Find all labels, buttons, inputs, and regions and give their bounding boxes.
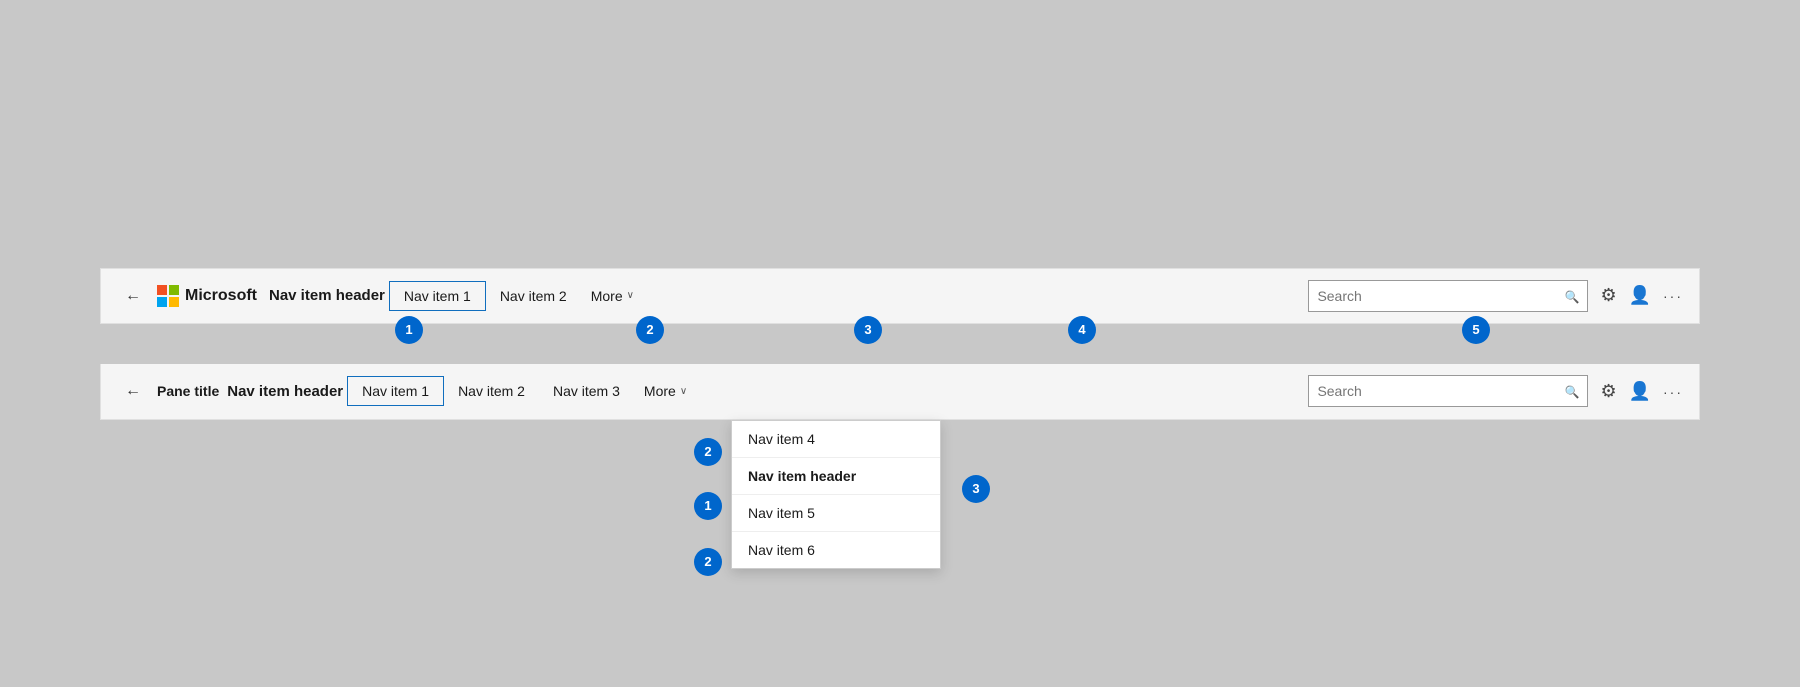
badge2-dropdown-item5: 2 <box>694 548 722 576</box>
badge4-navbar1: 4 <box>1068 316 1096 344</box>
navbar-spacer <box>100 324 1700 364</box>
ms-logo-green <box>169 285 179 295</box>
navbar1-nav-header: Nav item header <box>269 287 385 304</box>
badge2-dropdown-item4: 2 <box>694 438 722 466</box>
badge5-navbar1: 5 <box>1462 316 1490 344</box>
ms-logo-text: Microsoft <box>185 287 257 305</box>
navbar2-nav-item1[interactable]: Nav item 1 <box>347 376 444 406</box>
dropdown-item5[interactable]: Nav item 5 <box>732 495 940 532</box>
ms-logo-yellow <box>169 297 179 307</box>
dropdown-item6[interactable]: Nav item 6 <box>732 532 940 568</box>
navbar1-search-box <box>1308 280 1588 312</box>
navbar2-settings-icon[interactable] <box>1600 381 1616 402</box>
more-dropdown-menu: Nav item 4 Nav item header Nav item 5 Na… <box>731 420 941 569</box>
chevron-down-icon: ∨ <box>627 290 634 301</box>
navbar2-nav-item3[interactable]: Nav item 3 <box>539 377 634 405</box>
chevron-down-icon-2: ∨ <box>680 386 687 397</box>
ms-logo-red <box>157 285 167 295</box>
dropdown-nav-header: Nav item header <box>732 458 940 495</box>
navbar1-nav-item2[interactable]: Nav item 2 <box>486 282 581 310</box>
ms-logo: Microsoft <box>157 285 257 307</box>
ms-logo-grid <box>157 285 179 307</box>
navbar1-nav-item1[interactable]: Nav item 1 <box>389 281 486 311</box>
search-icon <box>1564 288 1579 304</box>
navbar2-more-button[interactable]: More ∨ <box>634 377 697 405</box>
badge1-navbar1: 1 <box>395 316 423 344</box>
navbar1-search-input[interactable] <box>1317 288 1560 304</box>
badge2-navbar1: 2 <box>636 316 664 344</box>
navbar1-profile-icon[interactable]: 👤 <box>1629 285 1651 306</box>
navbar1-more-button[interactable]: More ∨ <box>581 282 644 310</box>
page-container: Microsoft Nav item header Nav item 1 Nav… <box>0 0 1800 687</box>
navbar2-search-input[interactable] <box>1317 383 1560 399</box>
navbars-wrapper: Microsoft Nav item header Nav item 1 Nav… <box>100 268 1700 420</box>
navbar2: Pane title Nav item header Nav item 1 Na… <box>100 364 1700 420</box>
navbar1-back-button[interactable] <box>117 283 149 309</box>
search-icon-2 <box>1564 383 1579 399</box>
ms-logo-blue <box>157 297 167 307</box>
navbar1-ellipsis-button[interactable] <box>1663 285 1683 306</box>
navbar2-back-button[interactable] <box>117 378 149 404</box>
navbar2-ellipsis-button[interactable] <box>1663 381 1683 402</box>
navbar1-settings-icon[interactable] <box>1600 285 1616 306</box>
badge3-navbar1: 3 <box>854 316 882 344</box>
navbar2-pane-title: Pane title <box>157 383 219 399</box>
dropdown-item4[interactable]: Nav item 4 <box>732 421 940 458</box>
navbar2-search-box <box>1308 375 1588 407</box>
navbar1: Microsoft Nav item header Nav item 1 Nav… <box>100 268 1700 324</box>
navbar2-nav-item2[interactable]: Nav item 2 <box>444 377 539 405</box>
badge1-dropdown-header: 1 <box>694 492 722 520</box>
badge3-dropdown: 3 <box>962 475 990 503</box>
navbar2-nav-header: Nav item header <box>227 383 343 400</box>
navbar2-profile-icon[interactable]: 👤 <box>1629 381 1651 402</box>
